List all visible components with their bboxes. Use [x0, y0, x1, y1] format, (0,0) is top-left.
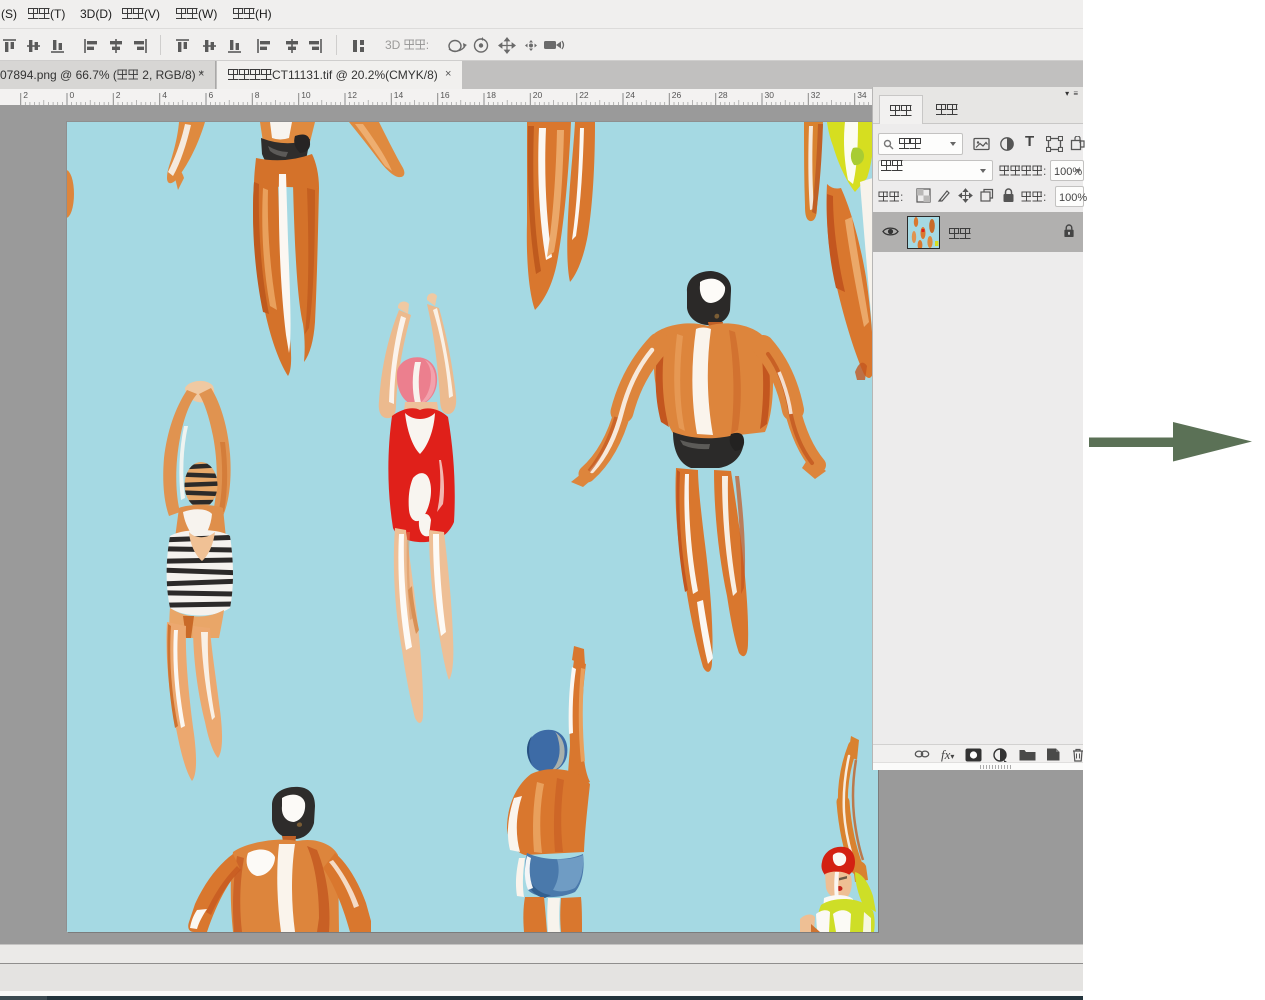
svg-text:18: 18	[487, 90, 497, 100]
svg-text:4: 4	[162, 90, 167, 100]
svg-text:12: 12	[348, 90, 358, 100]
svg-text:22: 22	[579, 90, 589, 100]
svg-text:34: 34	[857, 90, 867, 100]
svg-text:30: 30	[765, 90, 775, 100]
svg-text:10: 10	[301, 90, 311, 100]
svg-text:2: 2	[23, 90, 28, 100]
svg-text:8: 8	[255, 90, 260, 100]
svg-text:28: 28	[718, 90, 728, 100]
svg-text:26: 26	[672, 90, 682, 100]
svg-text:24: 24	[626, 90, 636, 100]
svg-text:20: 20	[533, 90, 543, 100]
svg-text:0: 0	[70, 90, 75, 100]
svg-text:32: 32	[811, 90, 821, 100]
svg-text:16: 16	[440, 90, 450, 100]
svg-text:14: 14	[394, 90, 404, 100]
svg-text:2: 2	[116, 90, 121, 100]
svg-text:6: 6	[209, 90, 214, 100]
